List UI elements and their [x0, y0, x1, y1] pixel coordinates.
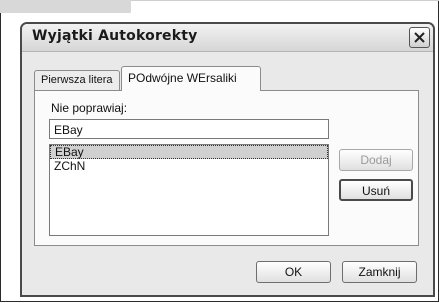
background-rule: [131, 0, 439, 1]
list-item[interactable]: ZChN: [50, 159, 328, 173]
close-button[interactable]: [409, 27, 430, 48]
title-bar: Wyjątki Autokorekty: [22, 24, 433, 52]
dialog-title: Wyjątki Autokorekty: [32, 28, 198, 44]
ok-button[interactable]: OK: [256, 261, 331, 283]
exceptions-list[interactable]: EBay ZChN: [49, 144, 329, 236]
autocorrect-exceptions-dialog: Wyjątki Autokorekty Pierwsza litera POdw…: [20, 22, 435, 297]
tab-first-letter[interactable]: Pierwsza litera: [34, 70, 120, 90]
close-icon: [414, 32, 425, 43]
field-label: Nie poprawiaj:: [51, 101, 128, 115]
add-button[interactable]: Dodaj: [339, 149, 413, 171]
remove-button[interactable]: Usuń: [339, 179, 413, 201]
close-dialog-button[interactable]: Zamknij: [342, 261, 417, 283]
exception-input[interactable]: EBay: [49, 119, 329, 139]
tab-double-capitals[interactable]: POdwójne WErsaliki: [121, 66, 261, 91]
list-item[interactable]: EBay: [50, 145, 328, 159]
background-strip: [0, 0, 131, 13]
